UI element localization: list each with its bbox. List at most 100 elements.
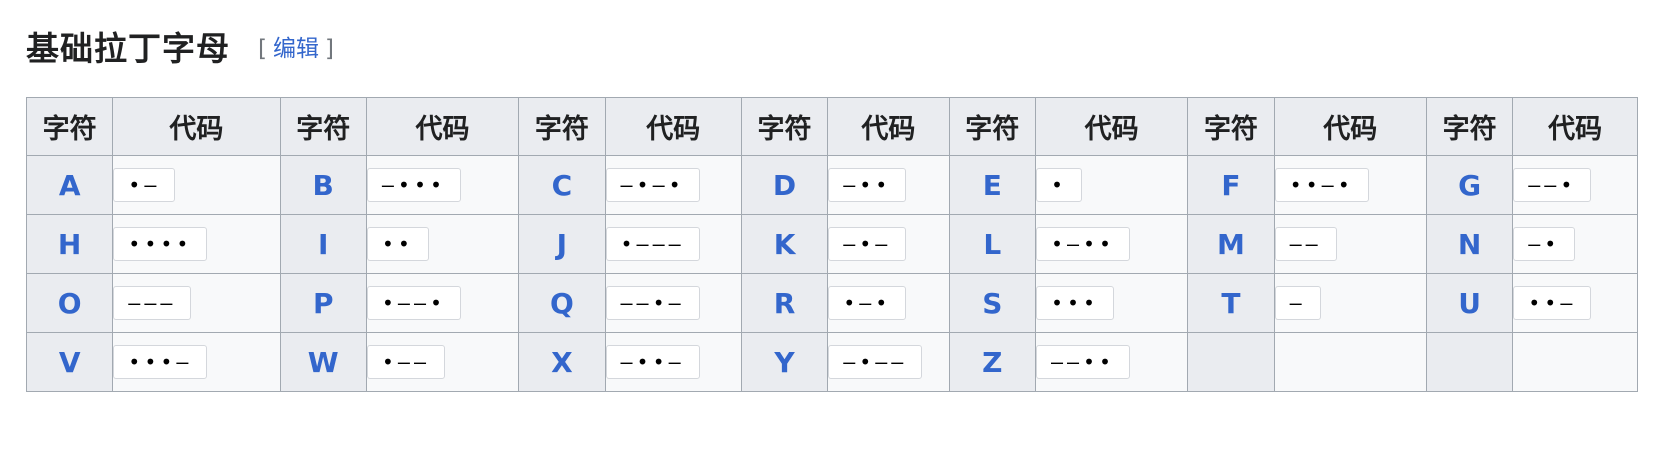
letter-cell: O (25, 273, 114, 333)
morse-code: ••• (1035, 286, 1115, 320)
letter-cell: R (740, 273, 829, 333)
letter-link[interactable]: K (774, 228, 796, 261)
code-cell: –••– (604, 332, 742, 392)
morse-code: •• (366, 227, 429, 261)
letter-cell: V (25, 332, 114, 392)
letter-cell: J (518, 214, 606, 274)
table-row: A •– B –••• C –•–• D –•• E • F ••–• G ––… (25, 155, 1638, 215)
header-code: 代码 (1512, 97, 1638, 156)
header-code: 代码 (1034, 97, 1189, 156)
letter-link[interactable]: B (313, 169, 334, 202)
morse-code: –•–– (828, 345, 923, 379)
empty-cell (1512, 332, 1638, 392)
morse-code-table: 字符 代码 字符 代码 字符 代码 字符 代码 字符 代码 字符 代码 字符 代… (25, 97, 1638, 392)
letter-cell: G (1425, 155, 1514, 215)
letter-link[interactable]: X (551, 346, 573, 379)
code-cell: •–•• (1034, 214, 1189, 274)
letter-cell: N (1425, 214, 1514, 274)
code-cell: •– (112, 155, 281, 215)
code-cell: – (1273, 273, 1427, 333)
morse-code: –– (1274, 227, 1337, 261)
letter-link[interactable]: G (1458, 169, 1481, 202)
letter-link[interactable]: T (1221, 287, 1240, 320)
code-cell: •••• (112, 214, 281, 274)
morse-code: •––– (605, 227, 700, 261)
morse-code: –••– (605, 345, 700, 379)
table-header-row: 字符 代码 字符 代码 字符 代码 字符 代码 字符 代码 字符 代码 字符 代… (25, 97, 1638, 156)
letter-cell: W (279, 332, 367, 392)
letter-cell: T (1187, 273, 1275, 333)
header-char: 字符 (948, 97, 1036, 156)
letter-link[interactable]: C (552, 169, 573, 202)
morse-code: ––•• (1035, 345, 1131, 379)
morse-code: ––• (1513, 168, 1592, 202)
code-cell: ••–• (1273, 155, 1427, 215)
header-char: 字符 (1425, 97, 1514, 156)
code-cell: –•–– (827, 332, 950, 392)
letter-link[interactable]: W (308, 346, 339, 379)
code-cell: –– (1273, 214, 1427, 274)
header-code: 代码 (365, 97, 520, 156)
letter-link[interactable]: A (59, 169, 81, 202)
code-cell: ––• (1512, 155, 1638, 215)
letter-cell: K (740, 214, 829, 274)
morse-code: –••• (366, 168, 462, 202)
morse-code: • (1035, 168, 1082, 202)
letter-link[interactable]: R (774, 287, 796, 320)
edit-section: [编辑] (258, 29, 334, 63)
morse-code: ––– (113, 286, 192, 320)
page-title: 基础拉丁字母 (26, 29, 230, 68)
letter-cell: S (948, 273, 1036, 333)
letter-cell: P (279, 273, 367, 333)
letter-cell: Q (518, 273, 606, 333)
letter-link[interactable]: D (773, 169, 796, 202)
letter-cell: M (1187, 214, 1275, 274)
letter-link[interactable]: Z (982, 346, 1002, 379)
code-cell: •• (365, 214, 520, 274)
section-heading: 基础拉丁字母 [编辑] (26, 22, 334, 70)
header-char: 字符 (518, 97, 606, 156)
letter-link[interactable]: V (59, 346, 81, 379)
morse-code: –•– (828, 227, 907, 261)
header-char: 字符 (740, 97, 829, 156)
morse-code: –• (1513, 227, 1576, 261)
letter-cell: B (279, 155, 367, 215)
letter-link[interactable]: J (557, 228, 567, 261)
letter-link[interactable]: Y (774, 346, 794, 379)
edit-bracket-open: [ (258, 36, 267, 62)
letter-link[interactable]: M (1217, 228, 1245, 261)
code-cell: ––•– (604, 273, 742, 333)
morse-code: ••–• (1274, 168, 1369, 202)
empty-cell (1187, 332, 1275, 392)
header-code: 代码 (112, 97, 281, 156)
letter-cell: X (518, 332, 606, 392)
code-cell: ––– (112, 273, 281, 333)
letter-link[interactable]: O (58, 287, 82, 320)
edit-link[interactable]: 编辑 (273, 36, 319, 62)
letter-link[interactable]: N (1458, 228, 1481, 261)
morse-code: •••• (113, 227, 208, 261)
table-row: O ––– P •––• Q ––•– R •–• S ••• T – U ••… (25, 273, 1638, 333)
morse-code: •– (113, 168, 176, 202)
letter-link[interactable]: P (313, 287, 334, 320)
header-code: 代码 (827, 97, 950, 156)
letter-cell: D (740, 155, 829, 215)
letter-link[interactable]: E (983, 169, 1002, 202)
letter-link[interactable]: I (318, 228, 328, 261)
letter-link[interactable]: Q (550, 287, 574, 320)
letter-link[interactable]: F (1221, 169, 1240, 202)
code-cell: •–• (827, 273, 950, 333)
code-cell: •––– (604, 214, 742, 274)
letter-link[interactable]: S (982, 287, 1002, 320)
morse-code: ••– (1513, 286, 1592, 320)
letter-link[interactable]: L (983, 228, 1001, 261)
table-row: H •••• I •• J •––– K –•– L •–•• M –– N –… (25, 214, 1638, 274)
letter-link[interactable]: H (58, 228, 81, 261)
code-cell: •–– (365, 332, 520, 392)
header-code: 代码 (604, 97, 742, 156)
morse-code: •••– (113, 345, 208, 379)
header-char: 字符 (25, 97, 114, 156)
letter-cell: C (518, 155, 606, 215)
letter-link[interactable]: U (1458, 287, 1481, 320)
morse-code: –•–• (605, 168, 700, 202)
